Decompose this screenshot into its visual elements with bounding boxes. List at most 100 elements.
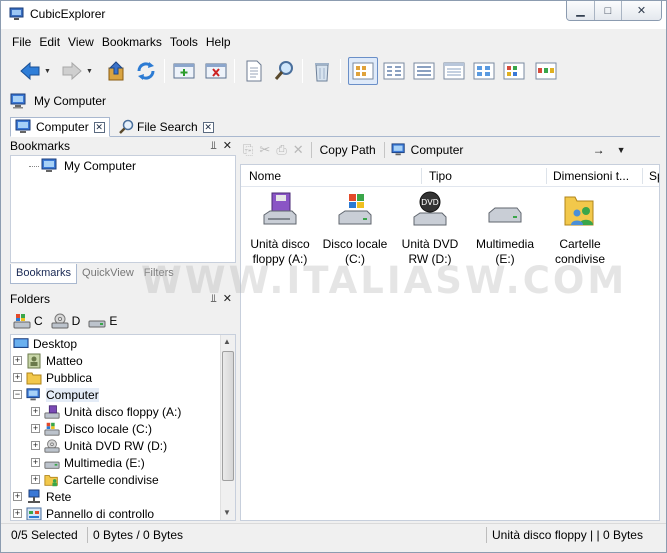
menu-bar: File Edit View Bookmarks Tools Help <box>8 31 235 53</box>
network-icon <box>26 489 42 505</box>
search-button[interactable] <box>272 59 296 83</box>
delete-icon[interactable]: ✕ <box>293 142 304 158</box>
cut-icon[interactable]: ✂ <box>259 142 270 158</box>
tree-item-multimedia[interactable]: + Multimedia (E:) <box>31 454 145 471</box>
back-dropdown-icon[interactable]: ▼ <box>44 68 51 75</box>
menu-tools[interactable]: Tools <box>166 35 202 49</box>
close-button[interactable]: ✕ <box>621 1 661 20</box>
menu-bookmarks[interactable]: Bookmarks <box>98 35 166 49</box>
maximize-button[interactable]: □ <box>594 1 621 20</box>
copy-icon[interactable]: ⎘ <box>243 142 253 158</box>
bookmarks-panel-header: Bookmarks ⫫ ✕ <box>10 137 236 155</box>
hard-disk-windows-icon <box>338 194 372 225</box>
hard-disk-windows-icon <box>44 421 60 437</box>
go-button[interactable]: → <box>593 143 605 157</box>
tab-close-icon[interactable]: ✕ <box>93 121 105 133</box>
column-type[interactable]: Tipo <box>429 169 452 183</box>
tree-item-dvd[interactable]: + Unità DVD RW (D:) <box>31 437 167 454</box>
watermark: WWW.ITALIASW.COM <box>141 259 628 302</box>
menu-view[interactable]: View <box>64 35 98 49</box>
scroll-up-icon[interactable]: ▲ <box>223 337 231 346</box>
tree-item-matteo[interactable]: + Matteo <box>13 352 83 369</box>
column-space[interactable]: Sp <box>649 169 659 183</box>
tab-bookmarks[interactable]: Bookmarks <box>10 264 78 284</box>
item-multimedia[interactable]: Multimedia (E:) <box>466 191 544 267</box>
menu-file[interactable]: File <box>8 35 35 49</box>
tree-item-desktop[interactable]: Desktop <box>13 335 77 352</box>
pin-icon[interactable]: ⫫ <box>210 140 216 152</box>
folder-up-icon <box>108 61 124 81</box>
paste-icon[interactable]: ⎙ <box>276 142 286 158</box>
forward-dropdown-icon[interactable]: ▼ <box>86 68 93 75</box>
menu-help[interactable]: Help <box>202 35 235 49</box>
expand-icon[interactable]: + <box>31 424 40 433</box>
tree-item-shared[interactable]: + Cartelle condivise <box>31 471 159 488</box>
expand-icon[interactable]: + <box>31 407 40 416</box>
tree-item-local-disk[interactable]: + Disco locale (C:) <box>31 420 152 437</box>
tab-computer[interactable]: Computer ✕ <box>10 117 110 137</box>
tab-file-search[interactable]: File Search ✕ <box>114 117 224 137</box>
new-tab-icon <box>173 63 195 79</box>
column-headers: Nome Tipo Dimensioni t... Sp <box>241 165 659 187</box>
column-divider[interactable] <box>421 168 422 184</box>
drive-d-button[interactable]: D <box>51 313 80 329</box>
address-row[interactable]: My Computer <box>10 91 106 111</box>
title-bar: CubicExplorer ▁ □ ✕ <box>1 1 666 29</box>
tab-quickview[interactable]: QuickView <box>77 264 139 284</box>
item-floppy[interactable]: Unità disco floppy (A:) <box>241 191 319 267</box>
expand-icon[interactable]: + <box>13 373 22 382</box>
scroll-thumb[interactable] <box>222 351 234 481</box>
view-filmstrip-button[interactable] <box>534 59 558 83</box>
tab-close-icon[interactable]: ✕ <box>202 121 214 133</box>
expand-icon[interactable]: + <box>13 492 22 501</box>
location-field[interactable]: Computer <box>391 140 589 160</box>
tree-item-computer[interactable]: − Computer <box>13 386 99 403</box>
expand-icon[interactable]: + <box>31 458 40 467</box>
copy-path-button[interactable]: Copy Path <box>320 143 376 157</box>
expand-icon[interactable]: + <box>31 475 40 484</box>
scroll-down-icon[interactable]: ▼ <box>223 508 231 517</box>
tree-item-control-panel[interactable]: + Pannello di controllo <box>13 505 155 521</box>
expand-icon[interactable]: + <box>13 356 22 365</box>
tree-item-pubblica[interactable]: + Pubblica <box>13 369 92 386</box>
expand-icon[interactable]: + <box>13 509 22 518</box>
view-tiles-button[interactable] <box>472 59 496 83</box>
up-button[interactable] <box>104 59 128 83</box>
item-local-disk[interactable]: Disco locale (C:) <box>316 191 394 267</box>
new-file-button[interactable] <box>242 59 266 83</box>
thumbnails-view-icon <box>503 62 525 80</box>
tree-item-floppy[interactable]: + Unità disco floppy (A:) <box>31 403 181 420</box>
view-thumbnails-button[interactable] <box>502 59 526 83</box>
location-dropdown-icon[interactable]: ▼ <box>617 145 626 155</box>
column-size[interactable]: Dimensioni t... <box>553 169 629 183</box>
close-tab-button[interactable] <box>204 59 228 83</box>
computer-icon <box>41 158 57 172</box>
drive-c-button[interactable]: C <box>13 313 43 329</box>
view-list-button[interactable] <box>412 59 436 83</box>
view-large-icons-button[interactable] <box>348 57 378 85</box>
column-name[interactable]: Nome <box>249 169 281 183</box>
minimize-button[interactable]: ▁ <box>567 1 594 20</box>
main-toolbar: ▼ ▼ <box>10 55 570 87</box>
tree-item-label: Pannello di controllo <box>46 506 155 521</box>
column-divider[interactable] <box>642 168 643 184</box>
expand-icon[interactable]: + <box>31 441 40 450</box>
item-dvd[interactable]: DVD Unità DVD RW (D:) <box>391 191 469 267</box>
forward-button[interactable] <box>60 59 84 83</box>
folder-tree-scrollbar[interactable]: ▲ ▼ <box>220 335 235 520</box>
bookmark-item[interactable]: My Computer <box>29 158 136 174</box>
back-button[interactable] <box>18 59 42 83</box>
recycle-bin-button[interactable] <box>310 59 334 83</box>
view-details-button[interactable] <box>442 59 466 83</box>
new-tab-button[interactable] <box>172 59 196 83</box>
item-shared-folders[interactable]: Cartelle condivise <box>541 191 619 267</box>
tree-item-label: Cartelle condivise <box>64 472 159 487</box>
menu-edit[interactable]: Edit <box>35 35 64 49</box>
refresh-button[interactable] <box>134 59 158 83</box>
column-divider[interactable] <box>546 168 547 184</box>
drive-e-button[interactable]: E <box>88 313 117 329</box>
close-icon[interactable]: ✕ <box>223 140 232 152</box>
tree-item-rete[interactable]: + Rete <box>13 488 71 505</box>
view-small-icons-button[interactable] <box>382 59 406 83</box>
collapse-icon[interactable]: − <box>13 390 22 399</box>
